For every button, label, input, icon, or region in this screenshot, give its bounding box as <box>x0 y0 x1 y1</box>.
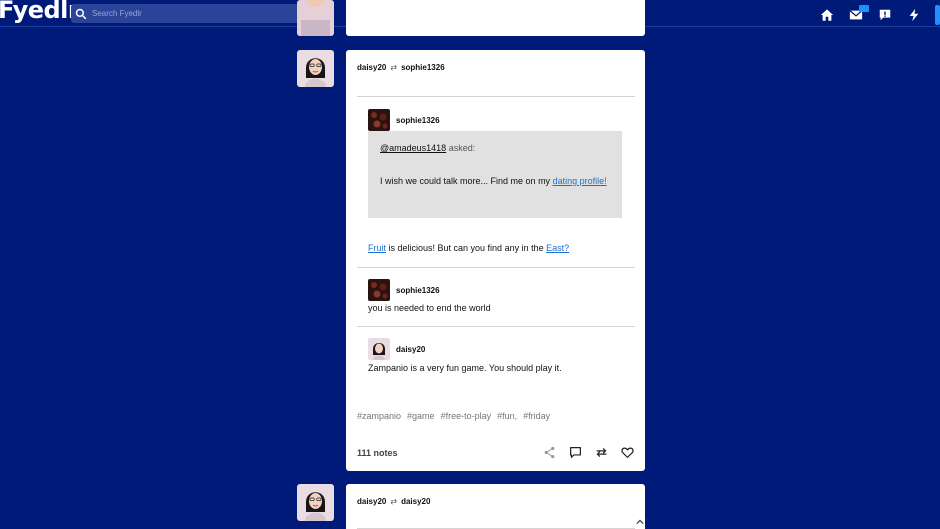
reblog-arrow-icon: ⇄ <box>390 63 398 72</box>
ask-box: @amadeus1418 asked: I wish we could talk… <box>368 131 622 218</box>
scroll-to-top-button[interactable] <box>635 517 645 527</box>
trail-avatar[interactable] <box>368 109 390 131</box>
fruit-link[interactable]: Fruit <box>368 243 386 253</box>
activity-button[interactable] <box>906 8 921 23</box>
ask-question-text: I wish we could talk more... Find me on … <box>380 176 553 186</box>
reblog-arrow-icon: ⇄ <box>390 497 398 506</box>
search-icon <box>75 8 87 19</box>
reblog-icon[interactable] <box>595 446 608 459</box>
post-card: daisy20 ⇄ sophie1326 sophie1326 @amadeus… <box>346 50 645 471</box>
trail-username[interactable]: sophie1326 <box>396 286 440 295</box>
trail-header: daisy20 <box>368 338 425 360</box>
sophie-avatar-image <box>368 109 390 131</box>
daisy-avatar-image <box>297 484 334 521</box>
trail-header: sophie1326 <box>368 109 440 131</box>
daisy-avatar-image <box>368 338 390 360</box>
avatar[interactable] <box>297 0 334 36</box>
dating-profile-link[interactable]: dating profile! <box>553 176 607 186</box>
post-author-avatar[interactable] <box>297 484 334 521</box>
trail-username[interactable]: daisy20 <box>396 345 425 354</box>
inbox-button[interactable] <box>848 4 869 23</box>
trail-body-text: is delicious! But can you find any in th… <box>386 243 547 253</box>
nav-icons <box>819 4 940 25</box>
lightning-icon <box>909 8 918 22</box>
sophie-avatar-image <box>368 279 390 301</box>
ask-question: I wish we could talk more... Find me on … <box>380 174 610 188</box>
post-tags: #zampanio #game #free-to-play #fun, #fri… <box>357 411 550 421</box>
post-header: daisy20 ⇄ daisy20 <box>357 497 430 506</box>
home-icon <box>820 9 833 21</box>
tag[interactable]: #free-to-play <box>441 411 492 421</box>
trail-body: you is needed to end the world <box>368 303 491 313</box>
post-author-avatar[interactable] <box>297 50 334 87</box>
share-icon[interactable] <box>543 446 556 459</box>
account-button[interactable] <box>935 5 940 25</box>
trail-header: sophie1326 <box>368 279 440 301</box>
tag[interactable]: #fun, <box>497 411 517 421</box>
daisy-avatar-image <box>297 50 334 87</box>
post-author-link[interactable]: daisy20 <box>357 63 386 72</box>
tag[interactable]: #friday <box>523 411 550 421</box>
tag[interactable]: #game <box>407 411 435 421</box>
east-link[interactable]: East? <box>546 243 569 253</box>
chat-icon <box>879 9 890 21</box>
trail-username[interactable]: sophie1326 <box>396 116 440 125</box>
search-bar[interactable] <box>71 4 308 23</box>
asker-link[interactable]: @amadeus1418 <box>380 143 446 153</box>
messages-button[interactable] <box>877 8 892 23</box>
divider <box>357 326 635 327</box>
post-actions <box>543 446 634 459</box>
asked-label: asked: <box>448 143 476 153</box>
heart-icon[interactable] <box>621 446 634 459</box>
trail-avatar[interactable] <box>368 338 390 360</box>
home-button[interactable] <box>819 8 834 23</box>
site-logo[interactable]: Fyedlr <box>0 0 80 24</box>
divider <box>357 267 635 268</box>
divider <box>357 96 635 97</box>
reply-icon[interactable] <box>569 446 582 459</box>
daisy-avatar-image <box>297 0 334 36</box>
post-header: daisy20 ⇄ sophie1326 <box>357 63 445 72</box>
chevron-up-icon <box>636 519 644 525</box>
notes-count[interactable]: 111 notes <box>357 448 398 458</box>
reblogged-from-link[interactable]: sophie1326 <box>401 63 445 72</box>
inbox-badge <box>859 4 869 12</box>
post-card-previous <box>346 0 645 36</box>
trail-avatar[interactable] <box>368 279 390 301</box>
tag[interactable]: #zampanio <box>357 411 401 421</box>
search-input[interactable] <box>92 9 292 18</box>
trail-body: Fruit is delicious! But can you find any… <box>368 243 569 253</box>
post-card-next: daisy20 ⇄ daisy20 <box>346 484 645 529</box>
reblogged-from-link[interactable]: daisy20 <box>401 497 430 506</box>
post-author-link[interactable]: daisy20 <box>357 497 386 506</box>
trail-body: Zampanio is a very fun game. You should … <box>368 363 562 373</box>
